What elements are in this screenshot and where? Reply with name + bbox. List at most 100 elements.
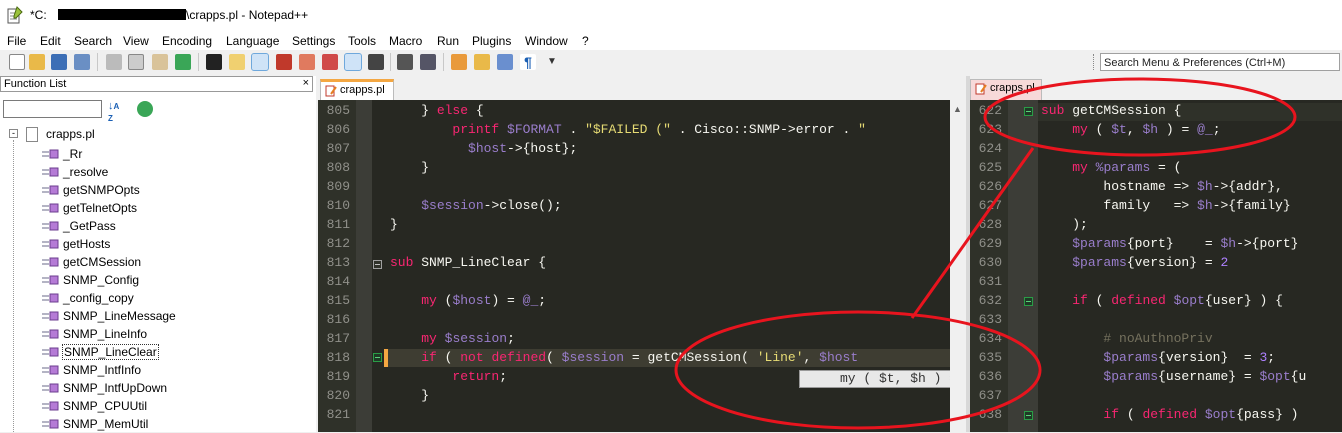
line-number: 626 (978, 179, 1002, 194)
copy-icon[interactable] (128, 54, 144, 70)
function-list-item-label: getSNMPOpts (63, 183, 140, 197)
menu-plugins[interactable]: Plugins (472, 34, 511, 48)
line-number: 810 (326, 198, 350, 213)
function-icon (42, 365, 59, 375)
code-line: my %params = ( (1072, 160, 1182, 175)
line-number: 809 (326, 179, 350, 194)
fold-margin (1008, 100, 1038, 432)
close-icon[interactable]: × (303, 77, 309, 89)
new-file-icon[interactable] (9, 54, 25, 70)
fold-toggle[interactable] (1024, 107, 1033, 116)
save-all-icon[interactable] (74, 54, 90, 70)
find-icon[interactable] (229, 54, 245, 70)
code-line: ); (1041, 217, 1088, 232)
paragraph-icon[interactable]: ¶ (520, 54, 536, 70)
print-icon[interactable] (206, 54, 222, 70)
change-marker (384, 349, 388, 367)
search-grip (1093, 54, 1096, 70)
scroll-up-icon[interactable]: ▲ (953, 104, 962, 114)
menu-tools[interactable]: Tools (348, 34, 376, 48)
sync-h-icon[interactable] (344, 53, 362, 71)
code-line: } (390, 160, 430, 175)
function-list-item-label: SNMP_IntfUpDown (63, 381, 168, 395)
menu-encoding[interactable]: Encoding (162, 34, 212, 48)
fold-toggle[interactable] (373, 353, 382, 362)
line-number: 628 (978, 217, 1002, 232)
menu-window[interactable]: Window (525, 34, 568, 48)
function-icon (42, 293, 59, 303)
menu-file[interactable]: File (7, 34, 26, 48)
function-list-item-label: SNMP_LineMessage (63, 309, 176, 323)
code-line: } (390, 388, 430, 403)
wrap-icon[interactable] (368, 54, 384, 70)
line-number: 815 (326, 293, 350, 308)
code-line: sub getCMSession { (1041, 103, 1182, 118)
code-line: if ( defined $opt{user} ) { (1072, 293, 1283, 308)
file-icon (975, 83, 987, 95)
line-number: 814 (326, 274, 350, 289)
menu-settings[interactable]: Settings (292, 34, 335, 48)
code-line: if ( not defined( $session = getCMSessio… (421, 350, 859, 365)
function-search-input[interactable] (3, 100, 102, 118)
code-line: $params{version} = 3; (1103, 350, 1276, 365)
tree-root-file[interactable]: crapps.pl (46, 127, 95, 141)
tab-crapps-right[interactable]: crapps.pl (970, 79, 1042, 100)
menu-language[interactable]: Language (226, 34, 279, 48)
menu-view[interactable]: View (123, 34, 149, 48)
code-line: my ($host) = @_; (421, 293, 547, 308)
search-menu-input[interactable]: Search Menu & Preferences (Ctrl+M) (1100, 53, 1340, 71)
replace-icon[interactable] (251, 53, 269, 71)
function-list-item-label: SNMP_LineClear (62, 344, 159, 360)
undo-icon[interactable] (175, 54, 191, 70)
line-number: 818 (326, 350, 350, 365)
menu-macro[interactable]: Macro (389, 34, 422, 48)
scrollbar[interactable]: ▲ (950, 100, 966, 432)
fold-toggle[interactable] (1024, 411, 1033, 420)
redacted-path (58, 9, 186, 20)
line-number: 630 (978, 255, 1002, 270)
function-list-item-label: _resolve (63, 165, 109, 179)
all-chars-icon[interactable] (397, 54, 413, 70)
folder-workspace-icon[interactable] (474, 54, 490, 70)
code-line: $params{version} = 2 (1072, 255, 1229, 270)
function-list-title: Function List (4, 78, 67, 90)
sync-v-icon[interactable] (322, 54, 338, 70)
code-line: my $session; (421, 331, 515, 346)
function-icon (42, 257, 59, 267)
code-line: $session->close(); (421, 198, 562, 213)
dropdown-icon[interactable]: ▼ (544, 54, 560, 70)
refresh-icon[interactable] (137, 101, 153, 117)
line-number: 635 (978, 350, 1002, 365)
indent-guide-icon[interactable] (420, 54, 436, 70)
line-number: 808 (326, 160, 350, 175)
zoom-out-icon[interactable] (299, 54, 315, 70)
paste-icon[interactable] (152, 54, 168, 70)
menu-search[interactable]: Search (74, 34, 112, 48)
tree-collapse-toggle[interactable]: - (9, 129, 18, 138)
fold-toggle[interactable] (373, 260, 382, 269)
function-icon (42, 275, 59, 285)
function-icon (42, 221, 59, 231)
menu-run[interactable]: Run (437, 34, 459, 48)
open-file-icon[interactable] (29, 54, 45, 70)
save-icon[interactable] (51, 54, 67, 70)
tab-crapps-left[interactable]: crapps.pl (320, 79, 394, 100)
menu-edit[interactable]: Edit (40, 34, 61, 48)
zoom-in-icon[interactable] (276, 54, 292, 70)
function-list-icon[interactable] (451, 54, 467, 70)
window-title-file: \crapps.pl - Notepad++ (186, 8, 309, 22)
toolbar-separator (390, 53, 391, 71)
sort-icon[interactable]: ↓A Z (108, 100, 124, 123)
fold-toggle[interactable] (1024, 297, 1033, 306)
line-number: 625 (978, 160, 1002, 175)
cut-icon[interactable] (106, 54, 122, 70)
menu-bar: File Edit Search View Encoding Language … (0, 31, 1342, 50)
function-icon (42, 329, 59, 339)
line-number: 806 (326, 122, 350, 137)
line-number: 821 (326, 407, 350, 422)
fold-margin (356, 100, 372, 432)
function-icon (42, 347, 59, 357)
doc-map-icon[interactable] (497, 54, 513, 70)
editor-right[interactable]: 622 sub getCMSession {623 my ( $t, $h ) =… (970, 100, 1342, 432)
menu-help[interactable]: ? (582, 34, 589, 48)
